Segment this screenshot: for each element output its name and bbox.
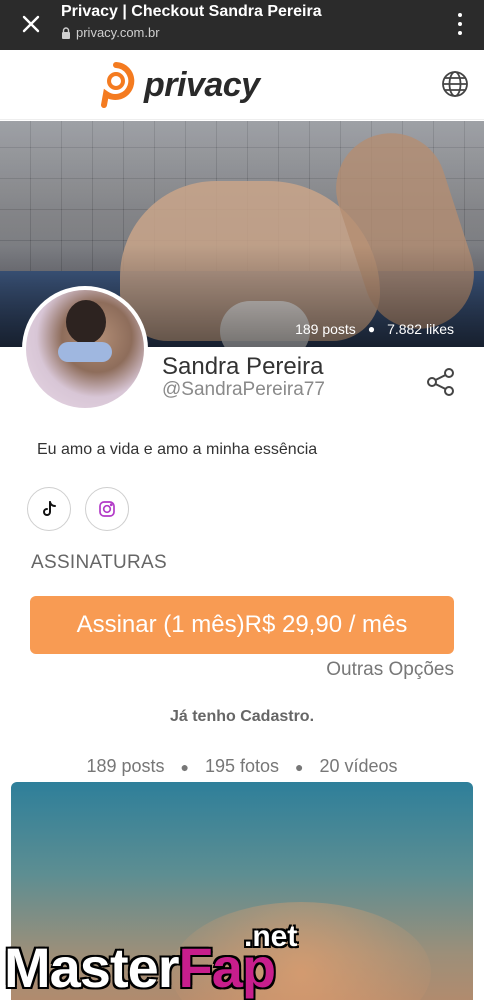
url-text: privacy.com.br [76,25,160,40]
tiktok-button[interactable] [27,487,71,531]
media-counts: 189 posts ● 195 fotos ● 20 vídeos [86,756,398,778]
posts-stat: 189 posts [295,321,356,337]
watermark-part1: Master [4,936,180,999]
profile-handle: @SandraPereira77 [162,379,325,400]
avatar[interactable] [22,286,148,412]
browser-page-title: Privacy | Checkout Sandra Pereira [61,3,322,20]
tiktok-icon [43,501,56,516]
photos-count[interactable]: 195 fotos [205,756,279,778]
other-options-link[interactable]: Outras Opções [326,659,454,681]
watermark-part3: .net [244,920,298,953]
posts-count[interactable]: 189 posts [86,756,164,778]
privacy-logo[interactable]: privacy [94,61,260,109]
browser-url: privacy.com.br [61,25,160,40]
instagram-icon [99,501,115,517]
profile-bio: Eu amo a vida e amo a minha essência [37,441,318,458]
browser-toolbar: Privacy | Checkout Sandra Pereira privac… [0,0,484,50]
subscriptions-title: ASSINATURAS [31,552,167,573]
site-header: privacy [0,50,484,120]
logo-wordmark: privacy [144,65,260,104]
profile-stats: 189 posts ● 7.882 likes [295,321,454,337]
already-registered-link[interactable]: Já tenho Cadastro. [0,708,484,726]
likes-stat: 7.882 likes [387,321,454,337]
profile-name: Sandra Pereira [162,353,324,380]
instagram-button[interactable] [85,487,129,531]
globe-icon[interactable] [441,70,469,103]
videos-count[interactable]: 20 vídeos [320,756,398,778]
watermark-logo: Master Fap .net [4,920,297,1000]
more-options-icon[interactable] [454,10,466,38]
privacy-logo-icon [101,62,135,108]
subscribe-button[interactable]: Assinar (1 mês)R$ 29,90 / mês [30,596,454,654]
lock-icon [62,26,70,39]
share-icon[interactable] [426,367,456,402]
close-icon[interactable] [16,9,46,39]
